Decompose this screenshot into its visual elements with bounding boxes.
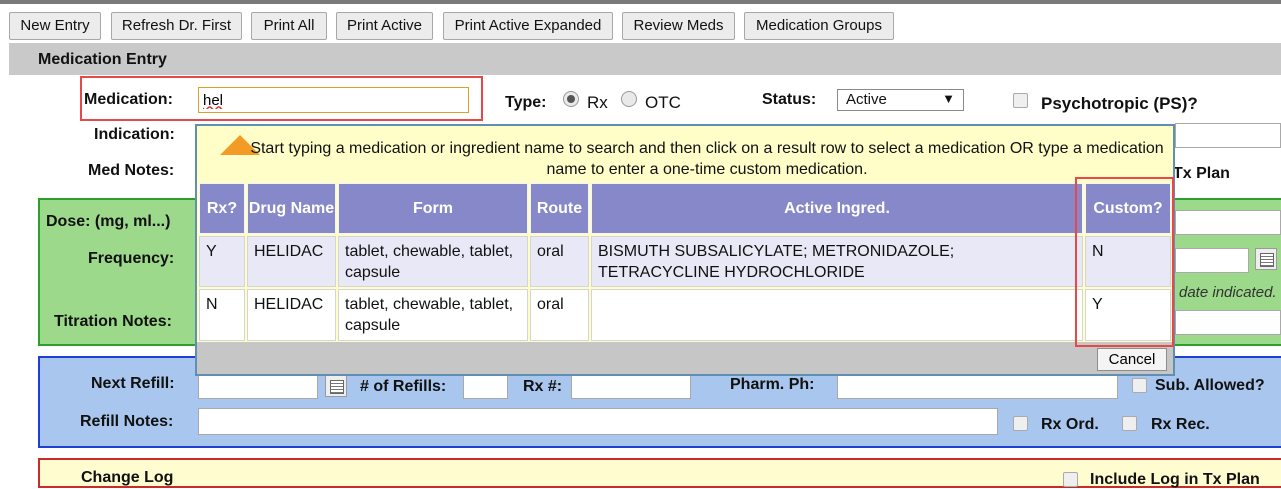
- psychotropic-checkbox[interactable]: [1013, 93, 1028, 108]
- med-notes-label: Med Notes:: [88, 162, 175, 179]
- refresh-dr-first-button[interactable]: Refresh Dr. First: [111, 12, 242, 40]
- titration-notes-input[interactable]: [1175, 310, 1281, 335]
- table-row-2-form[interactable]: tablet, chewable, tablet, capsule: [338, 289, 528, 341]
- table-row-2-drug[interactable]: HELIDAC: [247, 289, 336, 341]
- status-value: Active: [846, 91, 887, 108]
- dose-label: Dose: (mg, ml...): [46, 213, 171, 230]
- frequency-date-input[interactable]: [1175, 248, 1249, 273]
- indication-input[interactable]: [1175, 123, 1281, 148]
- num-refills-input[interactable]: [463, 374, 508, 399]
- rx-rec-label: Rx Rec.: [1151, 416, 1210, 433]
- toolbar: New Entry Refresh Dr. First Print All Pr…: [0, 4, 1281, 42]
- table-row-1-form[interactable]: tablet, chewable, tablet, capsule: [338, 236, 528, 287]
- table-row-2-rx[interactable]: N: [199, 289, 245, 341]
- print-active-button[interactable]: Print Active: [336, 12, 433, 40]
- column-header-drug-name[interactable]: Drug Name: [247, 183, 336, 234]
- include-log-label: Include Log in Tx Plan: [1090, 471, 1260, 488]
- section-title: Medication Entry: [38, 51, 167, 68]
- pharm-ph-input[interactable]: [837, 374, 1118, 399]
- medication-input[interactable]: [198, 87, 469, 113]
- print-active-expanded-button[interactable]: Print Active Expanded: [443, 12, 613, 40]
- type-rx-radio[interactable]: [563, 91, 579, 107]
- cancel-button[interactable]: Cancel: [1097, 348, 1167, 371]
- column-header-form[interactable]: Form: [338, 183, 528, 234]
- status-select[interactable]: Active ▼: [837, 89, 964, 111]
- column-header-rx[interactable]: Rx?: [199, 183, 245, 234]
- type-otc-radio[interactable]: [621, 91, 637, 107]
- psychotropic-label: Psychotropic (PS)?: [1041, 94, 1198, 113]
- type-label: Type:: [505, 94, 547, 111]
- indication-label: Indication:: [94, 126, 175, 143]
- table-row-1-route[interactable]: oral: [530, 236, 589, 287]
- type-otc-label: OTC: [645, 93, 681, 112]
- num-refills-label: # of Refills:: [360, 378, 447, 395]
- table-row-2-route[interactable]: oral: [530, 289, 589, 341]
- date-note: date indicated.: [1179, 284, 1277, 301]
- table-row-1-drug[interactable]: HELIDAC: [247, 236, 336, 287]
- popup-footer: Cancel: [197, 342, 1173, 374]
- table-row-1-rx[interactable]: Y: [199, 236, 245, 287]
- next-refill-calendar-icon[interactable]: [325, 375, 347, 397]
- titration-notes-label: Titration Notes:: [54, 313, 172, 330]
- print-all-button[interactable]: Print All: [251, 12, 327, 40]
- frequency-label: Frequency:: [88, 250, 175, 267]
- sub-allowed-checkbox[interactable]: [1132, 378, 1147, 393]
- status-label: Status:: [762, 91, 817, 108]
- rx-rec-checkbox[interactable]: [1122, 416, 1137, 431]
- rx-number-label: Rx #:: [523, 378, 563, 395]
- refill-notes-label: Refill Notes:: [80, 413, 174, 430]
- rx-ord-label: Rx Ord.: [1041, 416, 1099, 433]
- new-entry-button[interactable]: New Entry: [9, 12, 101, 40]
- dropdown-arrow-icon: ▼: [942, 91, 955, 106]
- include-log-checkbox[interactable]: [1063, 472, 1078, 487]
- medication-search-popup: Start typing a medication or ingredient …: [195, 124, 1175, 376]
- column-header-active-ingred[interactable]: Active Ingred.: [591, 183, 1083, 234]
- rx-number-input[interactable]: [571, 374, 691, 399]
- medication-label: Medication:: [84, 91, 173, 108]
- calendar-icon[interactable]: [1255, 248, 1277, 270]
- type-rx-label: Rx: [587, 93, 608, 112]
- rx-ord-checkbox[interactable]: [1013, 416, 1028, 431]
- medication-groups-button[interactable]: Medication Groups: [744, 12, 894, 40]
- table-row-2-ingred[interactable]: [591, 289, 1083, 341]
- next-refill-label: Next Refill:: [91, 375, 175, 392]
- change-log-title: Change Log: [81, 469, 174, 486]
- custom-column-highlight: [1075, 177, 1174, 347]
- pharm-ph-label: Pharm. Ph:: [730, 376, 815, 393]
- review-meds-button[interactable]: Review Meds: [622, 12, 735, 40]
- next-refill-input[interactable]: [198, 374, 318, 399]
- refill-notes-input[interactable]: [198, 408, 998, 435]
- dose-input[interactable]: [1175, 210, 1281, 235]
- sub-allowed-label: Sub. Allowed?: [1155, 377, 1265, 394]
- popup-instructions: Start typing a medication or ingredient …: [250, 140, 1164, 178]
- column-header-route[interactable]: Route: [530, 183, 589, 234]
- table-row-1-ingred[interactable]: BISMUTH SUBSALICYLATE; METRONIDAZOLE; TE…: [591, 236, 1083, 287]
- tx-plan-label: Tx Plan: [1173, 165, 1230, 182]
